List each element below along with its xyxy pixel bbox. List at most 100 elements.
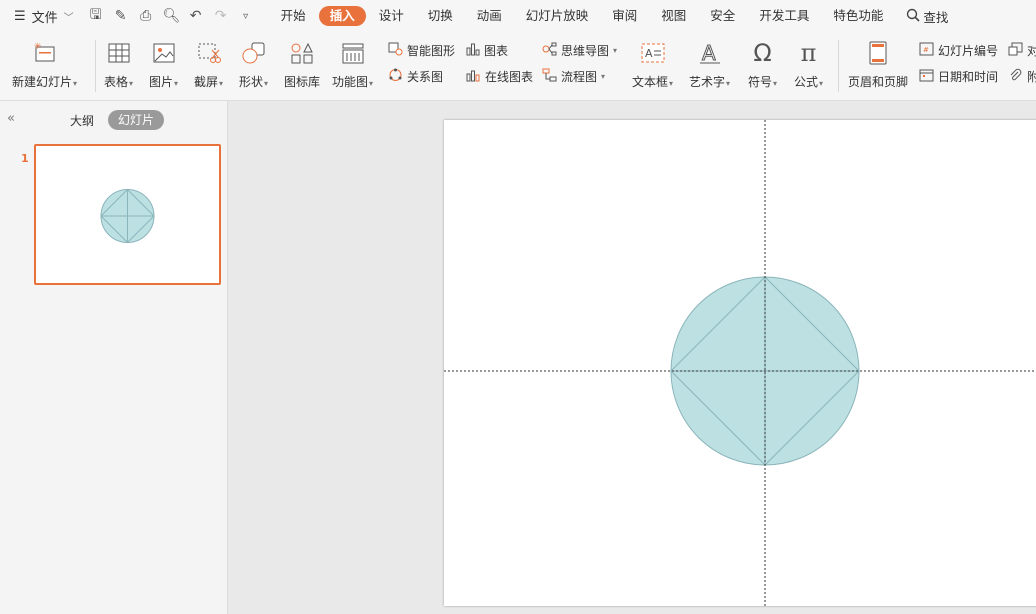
save-icon[interactable]: 🖫 [88,4,104,28]
ribbon-insert: ✳ 新建幻灯片▾ 表格▾ 图片▾ 截屏▾ 形状▾ 图标库 功能图▾ 智能图形 图… [0,32,1036,101]
icon-library-button[interactable]: 图标库 [284,40,320,90]
slide-drawing [444,120,1036,606]
flowchart-label: 流程图 [561,70,598,84]
flowchart-button[interactable]: 流程图 ▾ [542,68,605,85]
tab-view[interactable]: 视图 [650,6,697,26]
mind-map-icon [542,42,557,59]
separator [838,40,839,92]
redo-icon[interactable]: ↷ [213,8,229,24]
art-text-icon: A [697,40,723,66]
screenshot-button[interactable]: 截屏▾ [194,40,223,90]
object-button[interactable]: 对 [1008,42,1036,59]
hamburger-icon: ☰ [14,8,26,24]
chart-label: 图表 [484,44,509,58]
object-label: 对 [1027,44,1036,58]
online-chart-icon [466,68,481,85]
file-menu[interactable]: ☰ 文件 ﹀ [14,0,74,32]
header-footer-button[interactable]: 页眉和页脚 [848,40,908,90]
mind-map-button[interactable]: 思维导图 ▾ [542,42,617,59]
tab-security[interactable]: 安全 [699,6,746,26]
art-text-button[interactable]: A 艺术字▾ [689,40,730,90]
search-label: 查找 [923,9,949,25]
table-button[interactable]: 表格▾ [104,40,133,90]
tab-slides[interactable]: 幻灯片 [108,110,165,130]
search-button[interactable]: 查找 [906,7,948,26]
shape-button[interactable]: 形状▾ [239,40,268,90]
formula-button[interactable]: π 公式▾ [794,39,823,90]
slide-thumbnail[interactable] [34,144,221,285]
format-painter-icon[interactable]: ✎ [113,8,129,24]
relation-chart-label: 关系图 [407,70,444,84]
tab-home[interactable]: 开始 [270,6,317,26]
file-menu-label: 文件 [31,10,58,26]
icon-library-icon [289,40,315,66]
relation-chart-button[interactable]: 关系图 [388,68,443,85]
shapes-icon [241,40,267,66]
tab-design[interactable]: 设计 [368,6,415,26]
tab-slideshow[interactable]: 幻灯片放映 [515,6,600,26]
svg-text:A: A [645,47,653,60]
svg-text:✳: ✳ [34,42,42,52]
print-preview-icon[interactable]: 🔍︎ [163,8,181,24]
online-chart-button[interactable]: 在线图表 [466,68,533,85]
slide-panel: « 大纲 幻灯片 1 [0,101,228,614]
new-slide-icon: ✳ [32,40,58,66]
tab-animations[interactable]: 动画 [466,6,513,26]
ribbon-tabs: 开始 插入 设计 切换 动画 幻灯片放映 审阅 视图 安全 开发工具 特色功能 [270,6,895,26]
art-text-label: 艺术字 [689,75,726,89]
flowchart-icon [542,68,557,85]
separator [95,40,96,92]
smart-shape-button[interactable]: 智能图形 [388,42,455,59]
symbol-button[interactable]: Ω 符号▾ [748,39,777,90]
textbox-label: 文本框 [632,75,669,89]
textbox-button[interactable]: A 文本框▾ [632,40,673,90]
pi-icon: π [800,39,817,67]
tab-review[interactable]: 审阅 [601,6,648,26]
tab-insert[interactable]: 插入 [318,6,366,26]
online-chart-label: 在线图表 [485,70,534,84]
omega-icon: Ω [753,39,772,67]
table-label: 表格 [104,75,129,89]
picture-label: 图片 [149,75,174,89]
function-chart-label: 功能图 [332,75,369,89]
picture-button[interactable]: 图片▾ [149,40,178,90]
tab-outline[interactable]: 大纲 [70,112,94,129]
quick-access-toolbar: 🖫 ✎ ⎙ 🔍︎ ↶ ↷ ▿ [88,0,254,32]
function-chart-button[interactable]: 功能图▾ [332,40,373,90]
function-chart-icon [340,40,366,66]
chevron-down-icon: ﹀ [63,12,74,24]
scissors-icon [196,40,222,66]
menu-bar: ☰ 文件 ﹀ 🖫 ✎ ⎙ 🔍︎ ↶ ↷ ▿ 开始 插入 设计 切换 动画 幻灯片… [0,0,1036,32]
collapse-panel-icon[interactable]: « [7,111,15,126]
smart-shape-icon [388,42,403,59]
print-icon[interactable]: ⎙ [138,8,154,24]
relation-chart-icon [388,68,403,85]
icon-library-label: 图标库 [284,75,321,89]
paperclip-icon [1008,68,1023,85]
date-time-button[interactable]: 日期和时间 [919,68,998,85]
search-icon [906,8,920,25]
slide-thumbnail-drawing [100,188,155,244]
header-footer-label: 页眉和页脚 [848,75,909,89]
date-time-label: 日期和时间 [938,70,999,84]
new-slide-button[interactable]: ✳ 新建幻灯片▾ [12,40,77,90]
shape-label: 形状 [239,75,264,89]
slide-canvas[interactable] [444,120,1036,606]
smart-shape-label: 智能图形 [407,44,456,58]
object-icon [1008,42,1023,59]
screenshot-label: 截屏 [194,75,219,89]
chart-button[interactable]: 图表 [466,42,508,59]
bar-chart-icon [466,42,480,59]
mind-map-label: 思维导图 [561,44,610,58]
customize-toolbar-icon[interactable]: ▿ [238,11,254,22]
tab-developer[interactable]: 开发工具 [748,6,820,26]
tab-special-features[interactable]: 特色功能 [822,6,894,26]
svg-text:#: # [923,46,929,54]
slide-number-button[interactable]: # 幻灯片编号 [919,42,998,59]
symbol-label: 符号 [748,75,773,89]
undo-icon[interactable]: ↶ [188,8,204,24]
attachment-button[interactable]: 附 [1008,68,1036,85]
calendar-icon [919,68,934,85]
tab-transitions[interactable]: 切换 [417,6,464,26]
formula-label: 公式 [794,75,819,89]
